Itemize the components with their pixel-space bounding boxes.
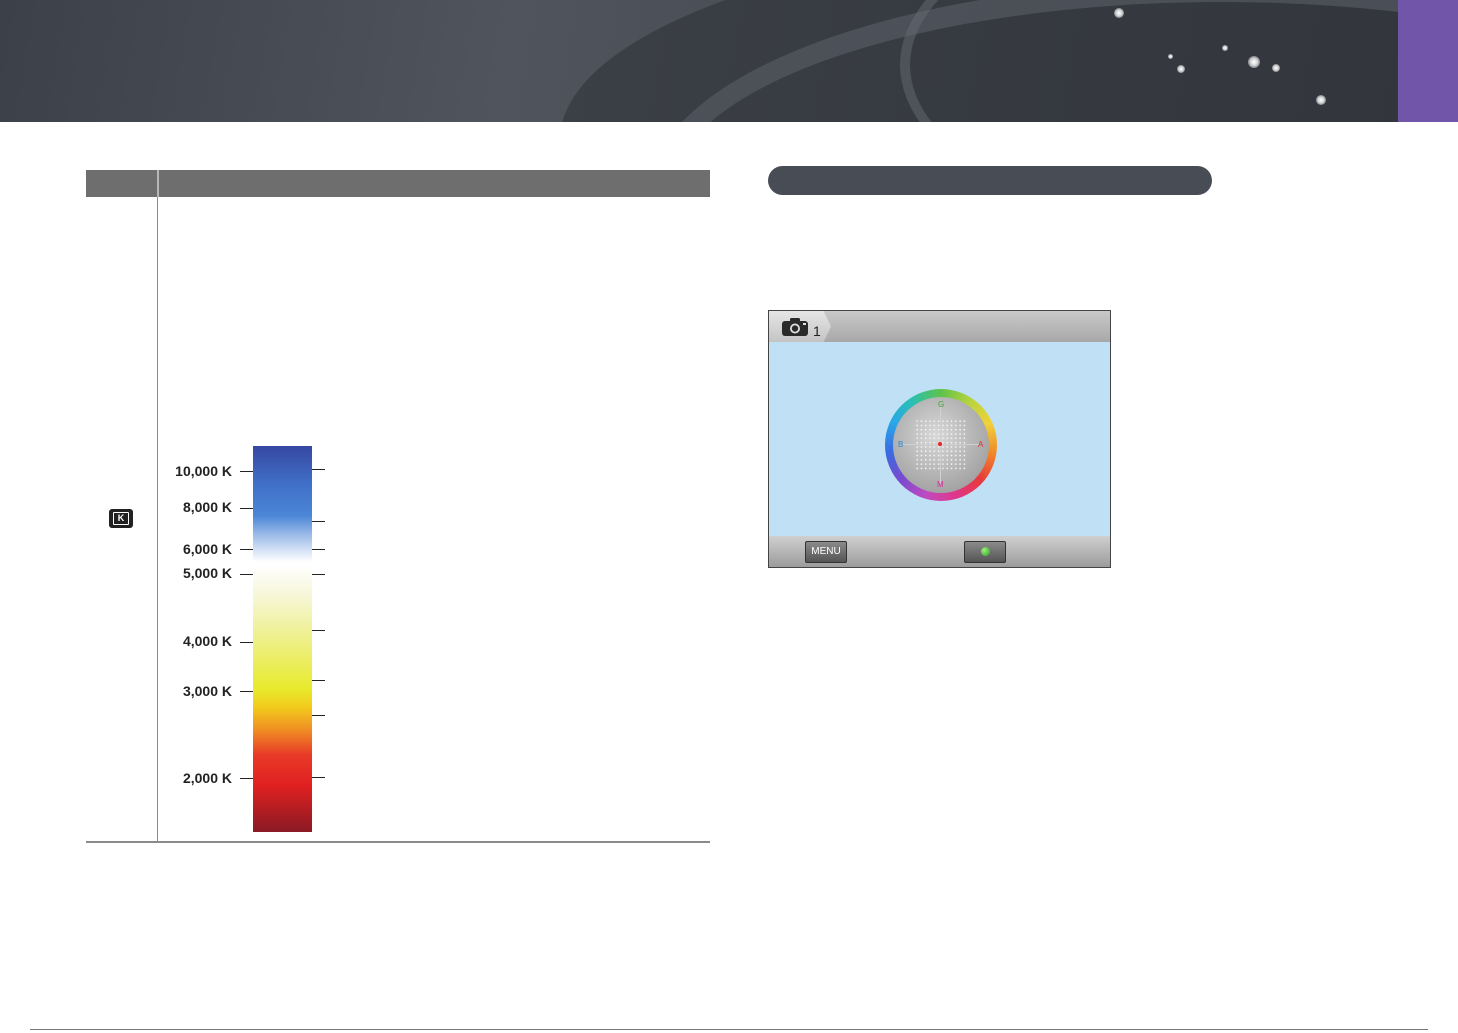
kelvin-label-3000: 3,000 K — [182, 683, 232, 699]
color-temperature-bar — [253, 446, 312, 832]
sparkle — [1222, 45, 1228, 51]
menu-button[interactable]: MENU — [805, 541, 847, 563]
chapter-tab[interactable] — [1398, 0, 1458, 122]
scale-tick — [312, 680, 325, 681]
axis-label-top: G — [938, 400, 945, 409]
scale-tick — [312, 574, 325, 575]
sparkle — [1168, 54, 1173, 59]
banner-decoration — [900, 0, 1458, 122]
sparkle — [1248, 56, 1260, 68]
kelvin-label-5000: 5,000 K — [182, 565, 232, 581]
scale-tick — [240, 471, 253, 472]
scale-tick — [240, 574, 253, 575]
table-header — [86, 170, 710, 197]
scale-tick — [312, 777, 325, 778]
table-bottom-rule — [86, 841, 710, 843]
scale-tick — [312, 549, 325, 550]
kelvin-label-4000: 4,000 K — [182, 633, 232, 649]
header-banner — [0, 0, 1458, 122]
sparkle — [1177, 65, 1185, 73]
menu-page-number: 1 — [813, 323, 821, 339]
section-heading-bar — [768, 166, 1212, 195]
scale-tick — [240, 642, 253, 643]
kelvin-label-6000: 6,000 K — [182, 541, 232, 557]
header-divider — [157, 170, 159, 197]
axis-label-left: B — [898, 440, 904, 449]
kelvin-label-2000: 2,000 K — [182, 770, 232, 786]
tab-shooting-menu[interactable]: 1 — [769, 311, 831, 342]
scale-tick — [240, 691, 253, 692]
scale-tick — [312, 630, 325, 631]
sparkle — [1272, 64, 1280, 72]
footer-rule — [30, 1029, 1428, 1030]
k-mode-icon: K — [109, 509, 133, 528]
scale-tick — [312, 715, 325, 716]
scale-tick — [312, 469, 325, 470]
axis-label-bottom: M — [937, 480, 944, 489]
sparkle — [1114, 8, 1124, 18]
scale-tick — [240, 549, 253, 550]
kelvin-label-8000: 8,000 K — [182, 499, 232, 515]
kelvin-label-10000: 10,000 K — [175, 463, 232, 479]
scale-tick — [240, 778, 253, 779]
reset-button[interactable] — [964, 541, 1006, 563]
adjust-cursor[interactable] — [938, 442, 942, 446]
sparkle — [1316, 95, 1326, 105]
color-adjust-grid[interactable]: G B A M — [893, 397, 989, 493]
camera-icon — [782, 318, 808, 336]
scale-tick — [312, 521, 325, 522]
white-balance-color-wheel[interactable]: G B A M — [885, 389, 997, 501]
axis-label-right: A — [978, 440, 984, 449]
reset-icon — [981, 547, 990, 556]
scale-tick — [240, 508, 253, 509]
column-divider — [157, 197, 158, 842]
camera-lcd-screen: 1 G B A M MENU — [768, 310, 1111, 568]
